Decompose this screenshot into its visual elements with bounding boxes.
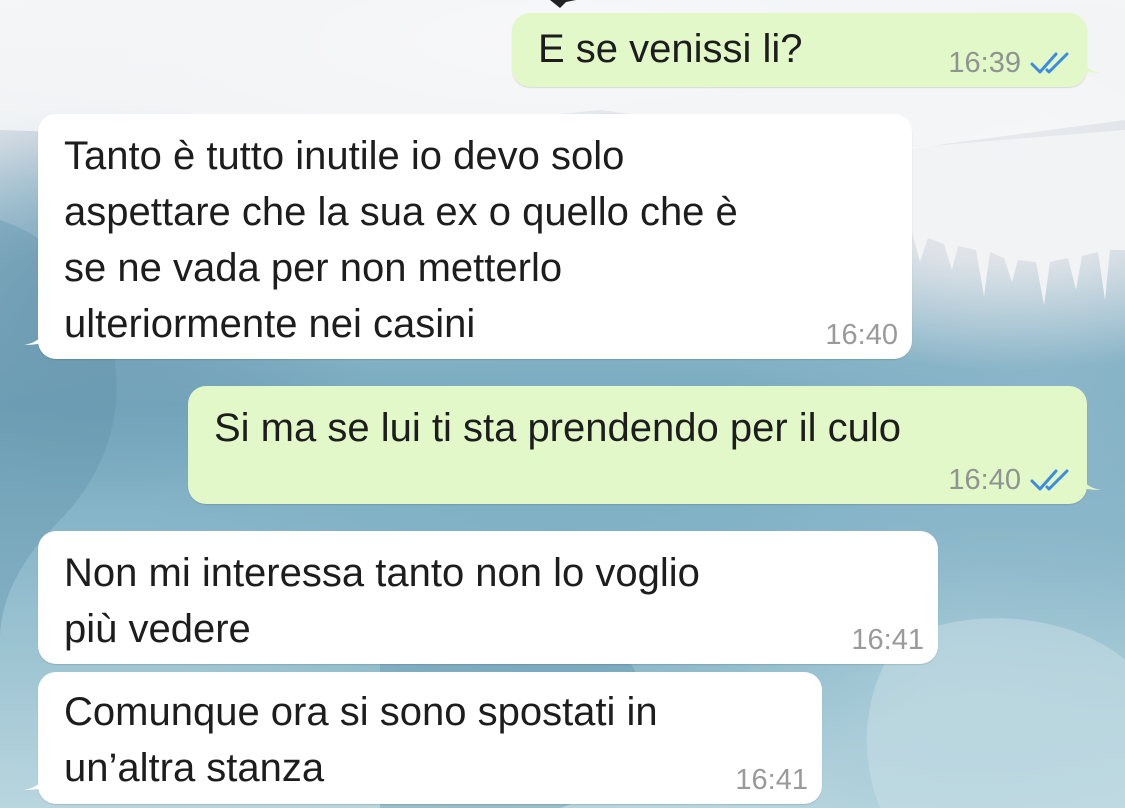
double-check-icon xyxy=(1030,52,1069,74)
message-text: Tanto è tutto inutile io devo solo aspet… xyxy=(64,134,738,346)
message-meta: 16:41 xyxy=(735,762,808,798)
message-bubble-outgoing[interactable]: E se venissi li? 16:39 xyxy=(512,13,1101,87)
message-text: Comunque ora si sono spostati in un’altr… xyxy=(64,690,658,790)
message-timestamp: 16:41 xyxy=(735,764,808,796)
message-bubble-incoming[interactable]: Non mi interessa tanto non lo voglio più… xyxy=(38,531,938,664)
bubble-tail xyxy=(24,768,50,790)
message-bubble-outgoing[interactable]: Si ma se lui ti sta prendendo per il cul… xyxy=(188,386,1101,504)
message-timestamp: 16:40 xyxy=(825,319,898,351)
message-bubble-incoming[interactable]: Tanto è tutto inutile io devo solo aspet… xyxy=(24,114,912,359)
message-meta: 16:39 xyxy=(948,45,1073,81)
bubble-tail xyxy=(1075,51,1101,73)
message-meta: 16:41 xyxy=(851,622,924,658)
message-timestamp: 16:40 xyxy=(948,464,1021,496)
message-timestamp: 16:41 xyxy=(851,624,924,656)
message-meta: 16:40 xyxy=(825,317,898,353)
double-check-icon xyxy=(1030,469,1069,491)
message-timestamp: 16:39 xyxy=(948,47,1021,79)
message-bubble-incoming[interactable]: Comunque ora si sono spostati in un’altr… xyxy=(24,672,822,804)
message-text: Si ma se lui ti sta prendendo per il cul… xyxy=(214,406,902,450)
message-text: Non mi interessa tanto non lo voglio più… xyxy=(64,551,700,651)
top-edge-fragment xyxy=(550,0,576,8)
bubble-tail xyxy=(24,323,50,345)
bubble-tail xyxy=(1075,468,1101,490)
message-meta: 16:40 xyxy=(948,462,1073,498)
